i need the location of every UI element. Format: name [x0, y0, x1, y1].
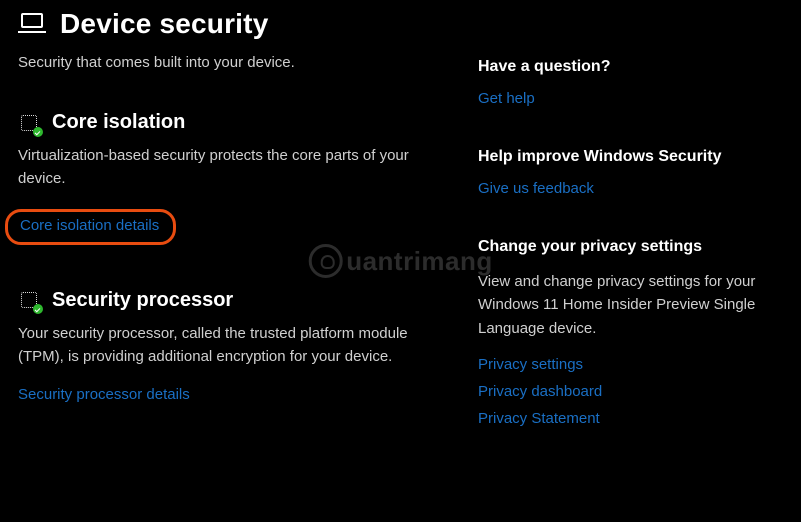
- core-isolation-title: Core isolation: [52, 111, 185, 134]
- improve-heading: Help improve Windows Security: [478, 148, 783, 166]
- give-feedback-link[interactable]: Give us feedback: [478, 180, 594, 197]
- page-subtitle: Security that comes built into your devi…: [18, 54, 450, 71]
- page-header: Device security: [18, 0, 450, 40]
- question-heading: Have a question?: [478, 58, 783, 76]
- highlight-ring: Core isolation details: [5, 209, 176, 245]
- chip-icon: [18, 112, 40, 134]
- security-processor-title: Security processor: [52, 289, 233, 312]
- privacy-section: Change your privacy settings View and ch…: [478, 238, 783, 427]
- security-processor-details-link[interactable]: Security processor details: [18, 386, 190, 403]
- chip-icon: [18, 289, 40, 311]
- privacy-settings-link[interactable]: Privacy settings: [478, 356, 783, 373]
- core-isolation-desc: Virtualization-based security protects t…: [18, 144, 450, 191]
- page-title: Device security: [60, 8, 268, 40]
- get-help-link[interactable]: Get help: [478, 90, 535, 107]
- privacy-dashboard-link[interactable]: Privacy dashboard: [478, 383, 783, 400]
- security-processor-section: Security processor Your security process…: [18, 289, 450, 405]
- core-isolation-section: Core isolation Virtualization-based secu…: [18, 111, 450, 245]
- privacy-heading: Change your privacy settings: [478, 238, 783, 256]
- laptop-icon: [18, 13, 46, 35]
- privacy-statement-link[interactable]: Privacy Statement: [478, 410, 783, 427]
- question-section: Have a question? Get help: [478, 58, 783, 108]
- privacy-desc: View and change privacy settings for you…: [478, 270, 783, 340]
- security-processor-desc: Your security processor, called the trus…: [18, 322, 450, 369]
- improve-section: Help improve Windows Security Give us fe…: [478, 148, 783, 198]
- core-isolation-details-link[interactable]: Core isolation details: [20, 217, 159, 234]
